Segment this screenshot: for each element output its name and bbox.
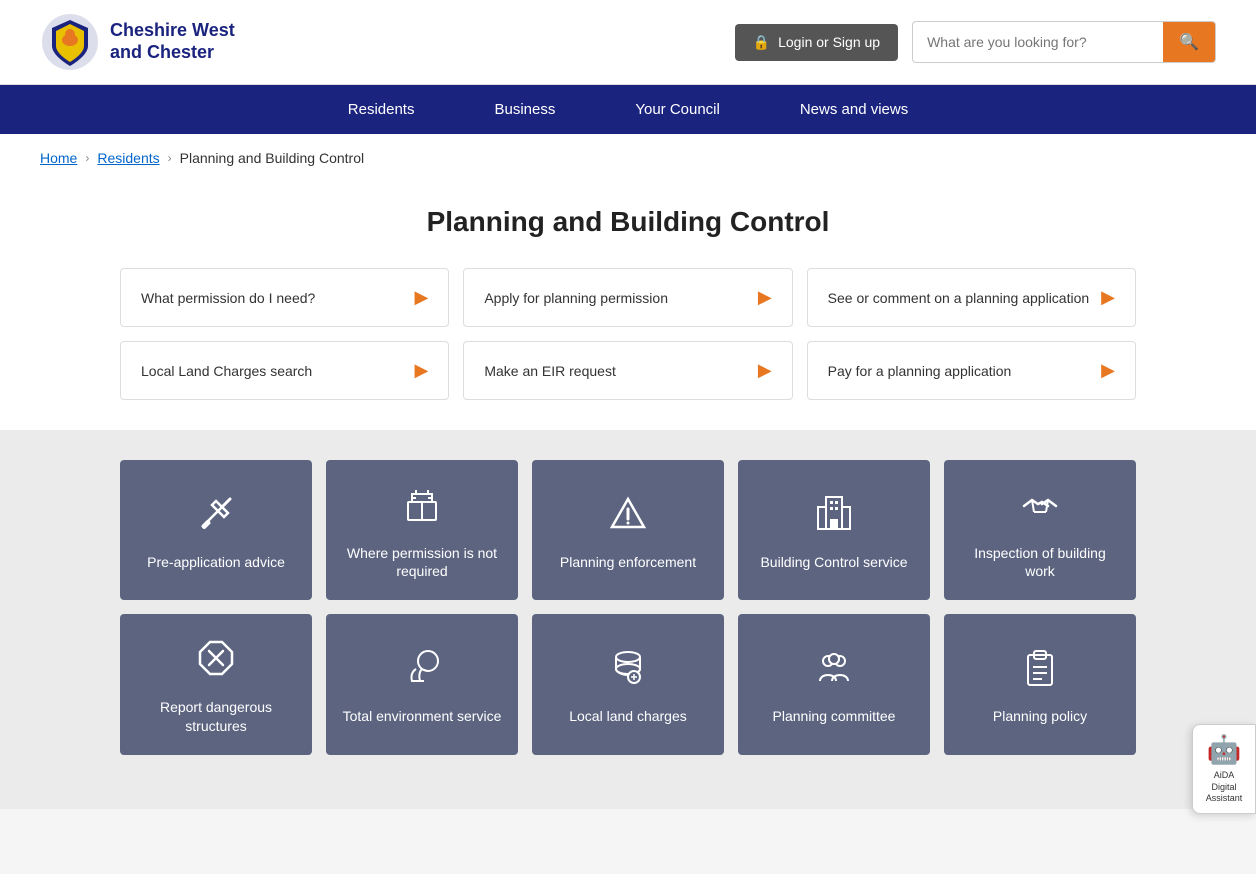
- logo-text: Cheshire West and Chester: [110, 20, 235, 63]
- site-header: Cheshire West and Chester 🔒 Login or Sig…: [0, 0, 1256, 85]
- aida-widget[interactable]: 🤖 AiDADigitalAssistant: [1192, 724, 1256, 814]
- breadcrumb: Home › Residents › Planning and Building…: [0, 134, 1256, 182]
- tile-building-control[interactable]: Building Control service: [738, 460, 930, 600]
- breadcrumb-sep-2: ›: [168, 151, 172, 165]
- tile-pre-application-advice[interactable]: Pre-application advice: [120, 460, 312, 600]
- quick-links: What permission do I need? ▶ Apply for p…: [0, 268, 1256, 430]
- robot-icon: 🤖: [1207, 733, 1242, 766]
- tile-label-4: Inspection of building work: [960, 544, 1120, 580]
- search-bar: 🔍: [912, 21, 1216, 63]
- quick-link-3[interactable]: Local Land Charges search ▶: [120, 341, 449, 400]
- nav-item-business[interactable]: Business: [484, 85, 565, 134]
- login-button[interactable]: 🔒 Login or Sign up: [735, 24, 898, 61]
- nav-item-your-council[interactable]: Your Council: [625, 85, 730, 134]
- main-nav: Residents Business Your Council News and…: [0, 85, 1256, 134]
- tile-local-land-charges[interactable]: Local land charges: [532, 614, 724, 754]
- tile-label-r2-0: Report dangerous structures: [136, 698, 296, 734]
- tile-label-3: Building Control service: [760, 553, 907, 571]
- tile-inspection[interactable]: Inspection of building work: [944, 460, 1136, 600]
- arrow-icon-1: ▶: [758, 287, 772, 308]
- handshake-icon: [1020, 484, 1060, 530]
- aida-label: AiDADigitalAssistant: [1206, 770, 1243, 805]
- header-right: 🔒 Login or Sign up 🔍: [735, 21, 1216, 63]
- arrow-icon-3: ▶: [414, 360, 428, 381]
- search-button[interactable]: 🔍: [1163, 22, 1215, 62]
- lock-icon: 🔒: [753, 34, 770, 51]
- tile-where-permission[interactable]: Where permission is not required: [326, 460, 518, 600]
- arrow-icon-2: ▶: [1101, 287, 1115, 308]
- tile-label-r2-3: Planning committee: [773, 707, 896, 725]
- breadcrumb-current: Planning and Building Control: [180, 150, 364, 166]
- search-icon: 🔍: [1179, 34, 1199, 51]
- logo-icon: [40, 12, 100, 72]
- page-title: Planning and Building Control: [40, 206, 1216, 238]
- breadcrumb-residents[interactable]: Residents: [97, 150, 159, 166]
- building-gate-icon: [402, 484, 442, 530]
- tile-planning-policy[interactable]: Planning policy: [944, 614, 1136, 754]
- tile-label-r2-4: Planning policy: [993, 707, 1087, 725]
- arrow-icon-0: ▶: [414, 287, 428, 308]
- stop-icon: [196, 638, 236, 684]
- logo-area: Cheshire West and Chester: [40, 12, 235, 72]
- page-title-area: Planning and Building Control: [0, 182, 1256, 268]
- warning-icon: [608, 493, 648, 539]
- people-icon: [814, 647, 854, 693]
- search-input[interactable]: [913, 24, 1163, 60]
- clipboard-icon: [1020, 647, 1060, 693]
- quick-link-4[interactable]: Make an EIR request ▶: [463, 341, 792, 400]
- tile-label-r2-2: Local land charges: [569, 707, 687, 725]
- breadcrumb-home[interactable]: Home: [40, 150, 77, 166]
- nav-item-news[interactable]: News and views: [790, 85, 918, 134]
- tile-grid-row2: Report dangerous structures Total enviro…: [120, 614, 1136, 754]
- tile-label-2: Planning enforcement: [560, 553, 696, 571]
- tile-label-0: Pre-application advice: [147, 553, 285, 571]
- shovel-icon: [196, 493, 236, 539]
- tile-planning-enforcement[interactable]: Planning enforcement: [532, 460, 724, 600]
- database-icon: [608, 647, 648, 693]
- arrow-icon-5: ▶: [1101, 360, 1115, 381]
- breadcrumb-sep-1: ›: [85, 151, 89, 165]
- quick-link-2[interactable]: See or comment on a planning application…: [807, 268, 1136, 327]
- tile-grid-section: Pre-application advice Where permission …: [0, 430, 1256, 809]
- tile-environment[interactable]: Total environment service: [326, 614, 518, 754]
- tile-planning-committee[interactable]: Planning committee: [738, 614, 930, 754]
- quick-link-0[interactable]: What permission do I need? ▶: [120, 268, 449, 327]
- tile-label-r2-1: Total environment service: [343, 707, 502, 725]
- building-icon: [814, 493, 854, 539]
- quick-link-5[interactable]: Pay for a planning application ▶: [807, 341, 1136, 400]
- tile-dangerous-structures[interactable]: Report dangerous structures: [120, 614, 312, 754]
- quick-link-1[interactable]: Apply for planning permission ▶: [463, 268, 792, 327]
- tile-grid-row1: Pre-application advice Where permission …: [120, 460, 1136, 600]
- tile-label-1: Where permission is not required: [342, 544, 502, 580]
- tree-icon: [402, 647, 442, 693]
- arrow-icon-4: ▶: [758, 360, 772, 381]
- nav-item-residents[interactable]: Residents: [338, 85, 425, 134]
